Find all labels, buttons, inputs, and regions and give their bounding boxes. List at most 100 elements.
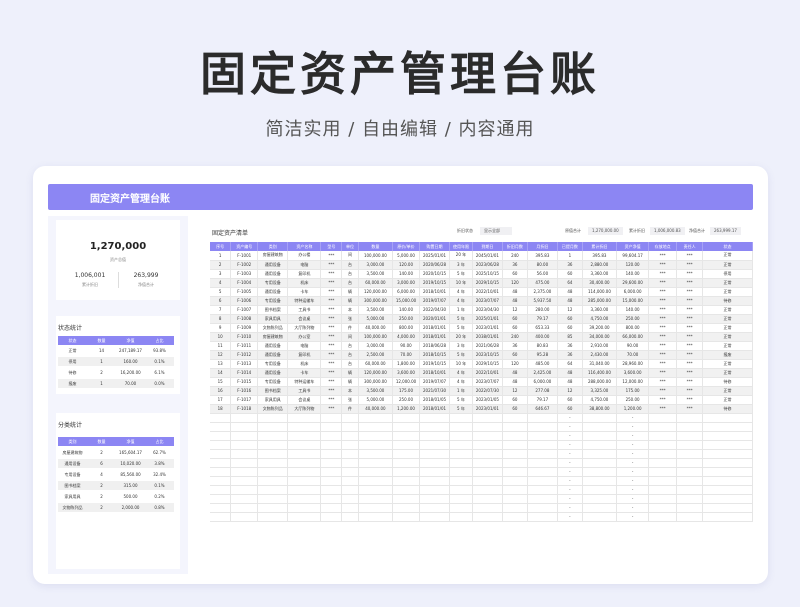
empty-table-row[interactable]: -- bbox=[210, 467, 753, 477]
table-cell bbox=[502, 440, 528, 450]
table-cell: 11 bbox=[210, 341, 232, 351]
table-cell bbox=[341, 467, 359, 477]
table-row[interactable]: 18 F-1018 文物陈列品 大厅陈列物 *** 件 40,000.00 1,200.00 2… bbox=[210, 404, 753, 414]
table-cell: - bbox=[557, 512, 583, 522]
table-cell: 2,910.00 bbox=[582, 341, 618, 351]
table-cell: *** bbox=[676, 269, 704, 279]
table-cell: 285,000.00 bbox=[582, 296, 618, 306]
table-cell bbox=[358, 431, 394, 441]
table-cell: *** bbox=[676, 323, 704, 333]
table-cell bbox=[527, 422, 558, 432]
table-cell bbox=[210, 494, 232, 504]
table-cell bbox=[257, 422, 289, 432]
column-header: 使用年限 bbox=[449, 242, 473, 251]
table-cell: 3,360.00 bbox=[582, 305, 618, 315]
table-cell: 台 bbox=[341, 260, 359, 270]
table-cell bbox=[702, 449, 753, 459]
table-cell bbox=[449, 458, 473, 468]
empty-table-row[interactable]: -- bbox=[210, 422, 753, 432]
table-cell: *** bbox=[320, 377, 343, 387]
table-cell: 36 bbox=[557, 260, 583, 270]
table-cell: 2,880.00 bbox=[582, 260, 618, 270]
table-cell bbox=[582, 467, 618, 477]
empty-table-row[interactable]: -- bbox=[210, 458, 753, 468]
empty-table-row[interactable]: -- bbox=[210, 413, 753, 423]
table-row[interactable]: 5 F-1005 通用设备 卡车 *** 辆 120,000.00 6,000.00 2018/… bbox=[210, 287, 753, 297]
table-cell bbox=[472, 503, 503, 513]
empty-table-row[interactable]: -- bbox=[210, 494, 753, 504]
table-cell: F-1013 bbox=[230, 359, 259, 369]
empty-table-row[interactable]: -- bbox=[210, 485, 753, 495]
table-row[interactable]: 4 F-1004 专用设备 机床 *** 台 60,000.00 3,000.00 2019/1… bbox=[210, 278, 753, 288]
table-cell: *** bbox=[648, 395, 678, 405]
table-cell: 300,000.00 bbox=[358, 377, 394, 387]
table-cell: 2018/01/01 bbox=[419, 323, 451, 333]
column-header: 到期日 bbox=[472, 242, 503, 251]
table-cell: 12,000.00 bbox=[392, 377, 420, 387]
table-cell: *** bbox=[676, 305, 704, 315]
empty-table-row[interactable]: -- bbox=[210, 512, 753, 522]
table-cell bbox=[341, 422, 359, 432]
empty-table-row[interactable]: -- bbox=[210, 449, 753, 459]
table-row[interactable]: 2 F-1002 通用设备 电脑 *** 台 3,000.00 120.00 2020/06/2… bbox=[210, 260, 753, 270]
table-cell: 正常 bbox=[702, 251, 753, 261]
stat-cell: 6 bbox=[100, 461, 103, 466]
table-row[interactable]: 12 F-1012 通用设备 复印机 *** 台 2,500.00 70.00 2018/10/… bbox=[210, 350, 753, 360]
table-row[interactable]: 17 F-1017 家具用具 会议桌 *** 张 5,000.00 250.00 2018/01… bbox=[210, 395, 753, 405]
asset-table-header: 序号 资产编号 类别 资产名称 型号 单位 数量 原价/单价 购置日期 使用年限 到期日 折旧月数 月折… bbox=[210, 242, 753, 251]
empty-table-row[interactable]: -- bbox=[210, 503, 753, 513]
table-cell: 台 bbox=[341, 350, 359, 360]
table-cell: 台 bbox=[341, 269, 359, 279]
table-row[interactable]: 8 F-1008 家具用具 会议桌 *** 张 5,000.00 250.00 2020/01/… bbox=[210, 314, 753, 324]
table-row[interactable]: 13 F-1013 专用设备 机床 *** 台 60,000.00 1,800.00 2019/… bbox=[210, 359, 753, 369]
status-stats-header: 状态 数量 净值 占比 bbox=[58, 336, 174, 345]
left-panel: 1,270,000 资产总值 1,006,001 累计折旧 263,999 净值… bbox=[48, 216, 188, 574]
empty-table-row[interactable]: -- bbox=[210, 440, 753, 450]
table-cell: 15,000.00 bbox=[392, 296, 420, 306]
table-cell bbox=[449, 440, 473, 450]
stat-row: 待修 2 16,200.00 6.1% bbox=[58, 368, 174, 377]
filter-select[interactable]: 显示全部 bbox=[480, 227, 512, 235]
category-stats-box: 分类统计 类别 数量 净值 占比 房屋建筑物 2 165,604.17 62.7% 通用设备 6… bbox=[56, 413, 180, 569]
status-stats-box: 状态统计 状态 数量 净值 占比 正常 14 247,189.17 93.8% 停用 1 160.… bbox=[56, 316, 180, 394]
table-cell bbox=[648, 476, 678, 486]
empty-table-row[interactable]: -- bbox=[210, 476, 753, 486]
table-cell: 66,000.00 bbox=[616, 332, 650, 342]
stat-cell: 0.0% bbox=[154, 381, 165, 386]
table-cell bbox=[230, 458, 259, 468]
table-cell: 36 bbox=[502, 260, 528, 270]
table-cell: 正常 bbox=[702, 341, 753, 351]
table-row[interactable]: 1 F-1001 房屋建筑物 办公楼 *** 间 100,000.00 5,000.00 202… bbox=[210, 251, 753, 261]
table-cell: 79.17 bbox=[527, 314, 558, 324]
table-cell: 5,000.00 bbox=[392, 251, 420, 261]
table-row[interactable]: 7 F-1007 图书档案 工具书 *** 本 3,500.00 140.00 2022/04/… bbox=[210, 305, 753, 315]
table-cell: *** bbox=[320, 341, 343, 351]
stat-cell: 房屋建筑物 bbox=[62, 450, 83, 455]
dep-label: 累计折旧 bbox=[629, 228, 645, 233]
table-cell: 48 bbox=[557, 296, 583, 306]
table-cell: 6,000.00 bbox=[392, 287, 420, 297]
table-row[interactable]: 16 F-1016 图书档案 工具书 *** 本 3,500.00 175.00 2021/07… bbox=[210, 386, 753, 396]
table-cell: *** bbox=[648, 332, 678, 342]
table-cell: 专用设备 bbox=[257, 296, 289, 306]
table-cell: 36 bbox=[557, 341, 583, 351]
table-row[interactable]: 15 F-1015 专用设备 特种运输车 *** 辆 300,000.00 12,000.00… bbox=[210, 377, 753, 387]
table-row[interactable]: 11 F-1011 通用设备 电脑 *** 台 3,000.00 90.00 2018/06/2… bbox=[210, 341, 753, 351]
table-row[interactable]: 3 F-1003 通用设备 复印机 *** 台 3,500.00 140.00 2020/10/… bbox=[210, 269, 753, 279]
table-cell: - bbox=[616, 512, 650, 522]
table-cell: 2045/01/01 bbox=[472, 251, 503, 261]
table-cell bbox=[676, 485, 704, 495]
table-row[interactable]: 9 F-1009 文物陈列品 大厅陈列物 *** 件 40,000.00 800.00 2018… bbox=[210, 323, 753, 333]
empty-table-row[interactable]: -- bbox=[210, 431, 753, 441]
table-row[interactable]: 14 F-1014 通用设备 卡车 *** 辆 120,000.00 3,600.00 2018… bbox=[210, 368, 753, 378]
table-row[interactable]: 10 F-1010 房屋建筑物 办公室 *** 间 100,000.00 4,000.00 20… bbox=[210, 332, 753, 342]
table-row[interactable]: 6 F-1006 专用设备 特种运输车 *** 辆 300,000.00 15,000.00 2… bbox=[210, 296, 753, 306]
table-cell: 85 bbox=[557, 332, 583, 342]
column-header: 折旧月数 bbox=[502, 242, 528, 251]
table-cell: 2019/10/15 bbox=[419, 359, 451, 369]
table-cell bbox=[392, 476, 420, 486]
table-cell bbox=[676, 458, 704, 468]
table-cell bbox=[287, 467, 322, 477]
table-cell bbox=[676, 440, 704, 450]
table-cell bbox=[358, 512, 394, 522]
